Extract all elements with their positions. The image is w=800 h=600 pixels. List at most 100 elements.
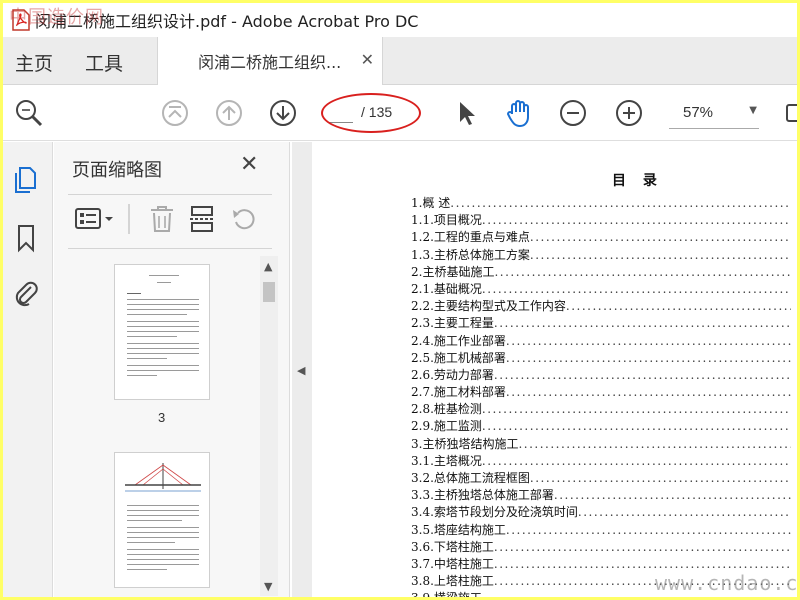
document-tab-label: 闵浦二桥施工组织... [198,53,342,72]
toc-entry[interactable]: 1.2.工程的重点与难点............................… [411,229,791,246]
toc-entry[interactable]: 1.3.主桥总体施工方案............................… [411,247,791,264]
toc-leader-dots: ........................................… [577,505,791,520]
toc-entry[interactable]: 3.2.总体施工流程框图............................… [411,470,791,487]
comment-icon[interactable] [781,97,797,129]
scroll-down-icon[interactable]: ▼ [264,580,272,593]
toc-entry[interactable]: 3.8.上塔柱施工...............................… [411,573,791,590]
toc-entry-text: 2.1.基础概况 [411,281,482,296]
scroll-up-icon[interactable]: ▲ [264,260,272,273]
select-tool-icon[interactable] [449,97,481,129]
toc-entry[interactable]: 3.9.横梁施工................................… [411,590,791,597]
zoom-level-select[interactable]: 57% ▼ [669,97,759,129]
previous-page-icon[interactable] [213,97,245,129]
toc-entry[interactable]: 1.概 述...................................… [411,195,791,212]
toc-entry[interactable]: 2.2.主要结构型式及工作内容.........................… [411,298,791,315]
toc-entry-text: 2.9.施工监测 [411,419,482,434]
toc-entry-text: 2.8.桩基检测 [411,402,482,417]
toc-entry-text: 3.5.塔座结构施工 [411,522,506,537]
scrollbar-thumb[interactable] [263,282,275,302]
delete-pages-icon[interactable] [148,204,176,234]
toc-leader-dots: ........................................… [481,419,791,434]
toc-entry[interactable]: 2.3.主要工程量...............................… [411,315,791,332]
toc-leader-dots: ........................................… [505,385,791,400]
toc-entry-text: 2.7.施工材料部署 [411,385,506,400]
toolbar-divider [128,204,130,234]
toc-entry[interactable]: 3.5.塔座结构施工..............................… [411,522,791,539]
toc-heading: 目 录 [612,173,663,189]
thumbnail-page-number: 3 [158,410,166,425]
next-page-icon[interactable] [267,97,299,129]
toc-entry[interactable]: 3.6.下塔柱施工...............................… [411,539,791,556]
toc-entry[interactable]: 2.4.施工作业部署..............................… [411,333,791,350]
toc-entry[interactable]: 2.主桥基础施工................................… [411,264,791,281]
bookmarks-icon[interactable] [12,222,40,253]
acrobat-window: 闵浦二桥施工组织设计.pdf - Adobe Acrobat Pro DC 中国… [3,3,797,597]
close-panel-icon[interactable]: ✕ [240,152,258,177]
toc-entry[interactable]: 3.3.主桥独塔总体施工部署..........................… [411,487,791,504]
first-page-icon[interactable] [159,97,191,129]
toc-leader-dots: ........................................… [481,213,791,228]
toc-entry-text: 2.4.施工作业部署 [411,333,506,348]
chevron-down-icon: ▼ [749,105,757,116]
panel-divider [68,248,272,249]
toc-entry[interactable]: 2.9.施工监测................................… [411,418,791,435]
rotate-pages-icon[interactable] [230,204,258,234]
table-of-contents: 1.概 述...................................… [411,195,791,597]
tab-home[interactable]: 主页 [15,49,53,76]
toc-entry-text: 3.1.主塔概况 [411,453,482,468]
toc-leader-dots: ........................................… [493,367,791,382]
attachments-icon[interactable] [12,278,40,308]
toc-leader-dots: ........................................… [481,402,791,417]
thumbnail-options-icon[interactable] [74,204,118,234]
document-view[interactable]: 目 录 1.概 述...............................… [312,142,797,597]
chevron-left-icon: ◀ [297,364,306,377]
toc-entry[interactable]: 3.7.中塔柱施工...............................… [411,556,791,573]
page-thumbnail[interactable] [114,264,210,400]
collapse-panel-handle[interactable]: ◀ [292,142,312,597]
tab-document[interactable]: 闵浦二桥施工组织... ✕ [157,37,383,85]
title-bar: 闵浦二桥施工组织设计.pdf - Adobe Acrobat Pro DC [3,3,797,37]
zoom-level-value: 57% [683,104,714,121]
toc-entry-text: 3.9.横梁施工 [411,590,482,597]
toc-entry-text: 1.2.工程的重点与难点 [411,230,530,245]
toc-entry[interactable]: 2.7.施工材料部署..............................… [411,384,791,401]
toc-leader-dots: ........................................… [481,453,791,468]
toc-entry[interactable]: 3.1.主塔概况................................… [411,453,791,470]
tab-tools[interactable]: 工具 [85,49,123,76]
close-tab-icon[interactable]: ✕ [361,50,374,69]
toc-entry-text: 3.主桥独塔结构施工 [411,436,519,451]
toc-entry-text: 2.3.主要工程量 [411,316,494,331]
toc-entry-text: 3.4.索塔节段划分及砼浇筑时间 [411,505,578,520]
toc-entry[interactable]: 2.1.基础概况................................… [411,281,791,298]
toc-entry-text: 2.6.劳动力部署 [411,367,494,382]
toc-entry-text: 1.3.主桥总体施工方案 [411,247,530,262]
toc-entry[interactable]: 2.5.施工机械部署..............................… [411,350,791,367]
extract-pages-icon[interactable] [188,204,216,234]
thumbnails-scrollbar[interactable]: ▲ ▼ [260,256,278,596]
toc-leader-dots: ........................................… [565,299,791,314]
toc-leader-dots: ........................................… [518,436,791,451]
toc-entry[interactable]: 2.8.桩基检测................................… [411,401,791,418]
toc-entry[interactable]: 1.1.项目概况................................… [411,212,791,229]
hand-tool-icon[interactable] [503,97,535,129]
find-text-icon[interactable] [13,97,45,129]
toc-leader-dots: ........................................… [493,316,791,331]
navigation-rail [3,142,53,597]
toc-entry[interactable]: 3.主桥独塔结构施工..............................… [411,436,791,453]
page-thumbnails-panel: 页面缩略图 ✕ 3 ▲ ▼ [54,142,290,597]
toc-leader-dots: ........................................… [505,350,791,365]
toc-entry[interactable]: 3.4.索塔节段划分及砼浇筑时间........................… [411,504,791,521]
page-thumbnails-icon[interactable] [12,164,40,194]
toc-leader-dots: ........................................… [529,230,791,245]
page-number-input[interactable] [329,101,353,123]
pdf-page: 目 录 1.概 述...............................… [312,142,797,597]
page-thumbnail[interactable] [114,452,210,588]
toc-entry-text: 1.概 述 [411,196,451,210]
zoom-in-icon[interactable] [613,97,645,129]
toc-entry-text: 2.主桥基础施工 [411,264,495,279]
zoom-out-icon[interactable] [557,97,589,129]
toc-entry-text: 2.2.主要结构型式及工作内容 [411,299,566,314]
panel-divider [68,194,272,195]
toc-entry[interactable]: 2.6.劳动力部署...............................… [411,367,791,384]
toc-leader-dots: ........................................… [493,539,791,554]
